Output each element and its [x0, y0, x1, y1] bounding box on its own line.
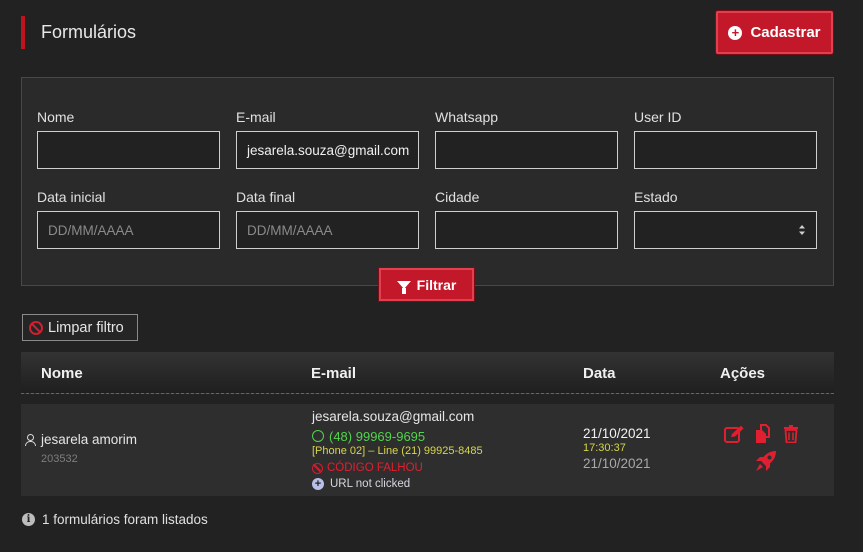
column-header-acoes: Ações: [720, 365, 766, 382]
url-status-text: URL not clicked: [330, 478, 411, 490]
user-id: 203532: [41, 453, 78, 465]
column-header-email: E-mail: [311, 365, 357, 382]
edit-icon[interactable]: [724, 425, 745, 444]
info-icon: i: [22, 513, 35, 526]
plus-circle-icon: +: [728, 25, 743, 40]
data-final-input[interactable]: DD/MM/AAAA: [236, 211, 419, 249]
code-status-text: CÓDIGO FALHOU: [327, 462, 423, 474]
ban-icon: [29, 320, 43, 335]
filter-icon: [396, 280, 411, 294]
whatsapp-field-group: Whatsapp: [435, 109, 618, 169]
data-inicial-label: Data inicial: [37, 189, 106, 205]
nome-field-group: Nome: [37, 109, 220, 169]
user-id-input[interactable]: [634, 131, 817, 169]
user-id-label: User ID: [634, 109, 682, 125]
select-arrows-icon: [799, 225, 805, 235]
whatsapp-label: Whatsapp: [435, 109, 499, 125]
row-date: 21/10/2021: [583, 426, 651, 441]
cadastrar-label: Cadastrar: [750, 24, 821, 41]
url-status: + URL not clicked: [312, 476, 483, 492]
estado-select[interactable]: [634, 211, 817, 249]
cidade-field-group: Cidade: [435, 189, 618, 249]
user-cell: jesarela amorim: [25, 432, 137, 447]
data-final-field-group: Data final DD/MM/AAAA: [236, 189, 419, 249]
line-info: [Phone 02] – Line (21) 99925-8485: [312, 445, 483, 457]
column-header-nome: Nome: [41, 365, 83, 382]
cadastrar-button[interactable]: + Cadastrar: [716, 11, 833, 54]
data-final-label: Data final: [236, 189, 296, 205]
table-header: Nome E-mail Data Ações: [21, 352, 834, 394]
email-cell: jesarela.souza@gmail.com (48) 99969-9695…: [312, 409, 483, 492]
limpar-filtro-label: Limpar filtro: [48, 319, 124, 336]
filtrar-button[interactable]: Filtrar: [379, 268, 474, 301]
trash-icon[interactable]: [783, 425, 799, 443]
actions-cell: [724, 424, 804, 478]
email-field-group: E-mail jesarela.souza@gmail.com: [236, 109, 419, 169]
whatsapp-icon: [312, 430, 324, 442]
results-count: 1 formulários foram listados: [42, 512, 208, 527]
user-id-field-group: User ID: [634, 109, 817, 169]
email-label: E-mail: [236, 109, 276, 125]
page-title: Formulários: [41, 22, 137, 42]
results-footer: i 1 formulários foram listados: [22, 512, 208, 527]
data-inicial-input[interactable]: DD/MM/AAAA: [37, 211, 220, 249]
nome-label: Nome: [37, 109, 75, 125]
table-row: jesarela amorim 203532 jesarela.souza@gm…: [21, 404, 834, 496]
ban-icon: [312, 462, 323, 474]
whatsapp-input[interactable]: [435, 131, 618, 169]
date-cell: 21/10/2021 17:30:37 21/10/2021: [583, 426, 651, 471]
cidade-label: Cidade: [435, 189, 480, 205]
page-title-bar: Formulários: [21, 16, 136, 49]
cidade-input[interactable]: [435, 211, 618, 249]
estado-label: Estado: [634, 189, 678, 205]
plus-circle-icon: +: [312, 478, 324, 490]
filter-panel: Nome E-mail jesarela.souza@gmail.com Wha…: [21, 77, 834, 286]
column-header-data: Data: [583, 365, 616, 382]
nome-input[interactable]: [37, 131, 220, 169]
email-input[interactable]: jesarela.souza@gmail.com: [236, 131, 419, 169]
rocket-icon[interactable]: [754, 449, 778, 473]
user-icon: [25, 433, 36, 446]
row-date-secondary: 21/10/2021: [583, 456, 651, 471]
limpar-filtro-button[interactable]: Limpar filtro: [22, 314, 138, 341]
whatsapp-number: (48) 99969-9695: [329, 428, 426, 444]
user-name: jesarela amorim: [41, 432, 138, 447]
copy-icon[interactable]: [754, 424, 774, 444]
code-status: CÓDIGO FALHOU: [312, 460, 483, 476]
whatsapp-link[interactable]: (48) 99969-9695: [312, 427, 483, 445]
filtrar-label: Filtrar: [416, 276, 457, 293]
data-inicial-field-group: Data inicial DD/MM/AAAA: [37, 189, 220, 249]
row-email: jesarela.souza@gmail.com: [312, 409, 475, 424]
row-time: 17:30:37: [583, 442, 626, 454]
estado-field-group: Estado: [634, 189, 817, 249]
